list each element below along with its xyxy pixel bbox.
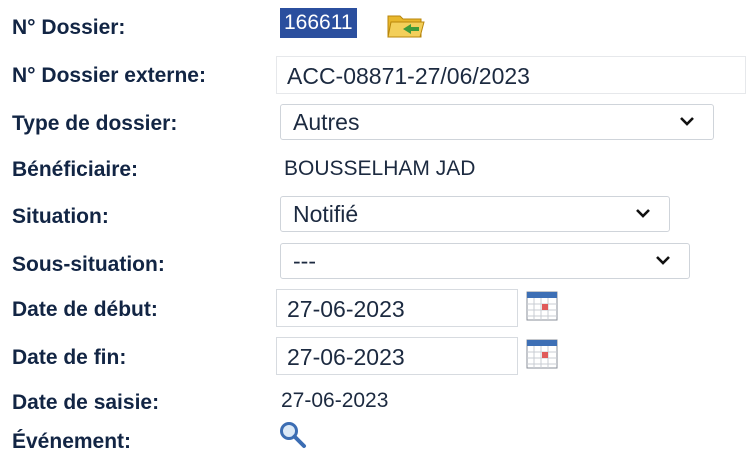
chevron-down-icon bbox=[656, 256, 670, 265]
date-saisie-label: Date de saisie: bbox=[12, 391, 160, 414]
chevron-down-icon bbox=[680, 117, 694, 126]
type-dossier-select[interactable]: Autres bbox=[280, 104, 714, 140]
type-dossier-label: Type de dossier: bbox=[12, 112, 178, 135]
evenement-label: Événement: bbox=[12, 430, 132, 453]
beneficiaire-value: BOUSSELHAM JAD bbox=[284, 157, 476, 180]
date-saisie-value: 27-06-2023 bbox=[281, 389, 389, 412]
search-icon[interactable] bbox=[278, 420, 308, 450]
situation-label: Situation: bbox=[12, 205, 109, 228]
type-dossier-value: Autres bbox=[293, 109, 360, 135]
situation-value: Notifié bbox=[293, 201, 359, 227]
numero-dossier-externe-input[interactable]: ACC-08871-27/06/2023 bbox=[276, 56, 746, 94]
dossier-form: N° Dossier: 166611 N° Dossier externe: A… bbox=[0, 0, 751, 457]
date-debut-input[interactable]: 27-06-2023 bbox=[276, 289, 518, 327]
numero-dossier-externe-label: N° Dossier externe: bbox=[12, 64, 206, 87]
situation-select[interactable]: Notifié bbox=[280, 196, 670, 232]
folder-open-icon[interactable] bbox=[386, 10, 426, 40]
calendar-icon[interactable] bbox=[526, 338, 558, 370]
date-fin-label: Date de fin: bbox=[12, 346, 127, 369]
calendar-icon[interactable] bbox=[526, 290, 558, 322]
beneficiaire-label: Bénéficiaire: bbox=[12, 158, 139, 181]
date-debut-label: Date de début: bbox=[12, 298, 158, 321]
numero-dossier-label: N° Dossier: bbox=[12, 16, 126, 39]
numero-dossier-value[interactable]: 166611 bbox=[280, 8, 357, 38]
date-fin-input[interactable]: 27-06-2023 bbox=[276, 337, 518, 375]
chevron-down-icon bbox=[636, 209, 650, 218]
sous-situation-value: --- bbox=[293, 248, 316, 274]
sous-situation-label: Sous-situation: bbox=[12, 253, 165, 276]
sous-situation-select[interactable]: --- bbox=[280, 243, 690, 279]
